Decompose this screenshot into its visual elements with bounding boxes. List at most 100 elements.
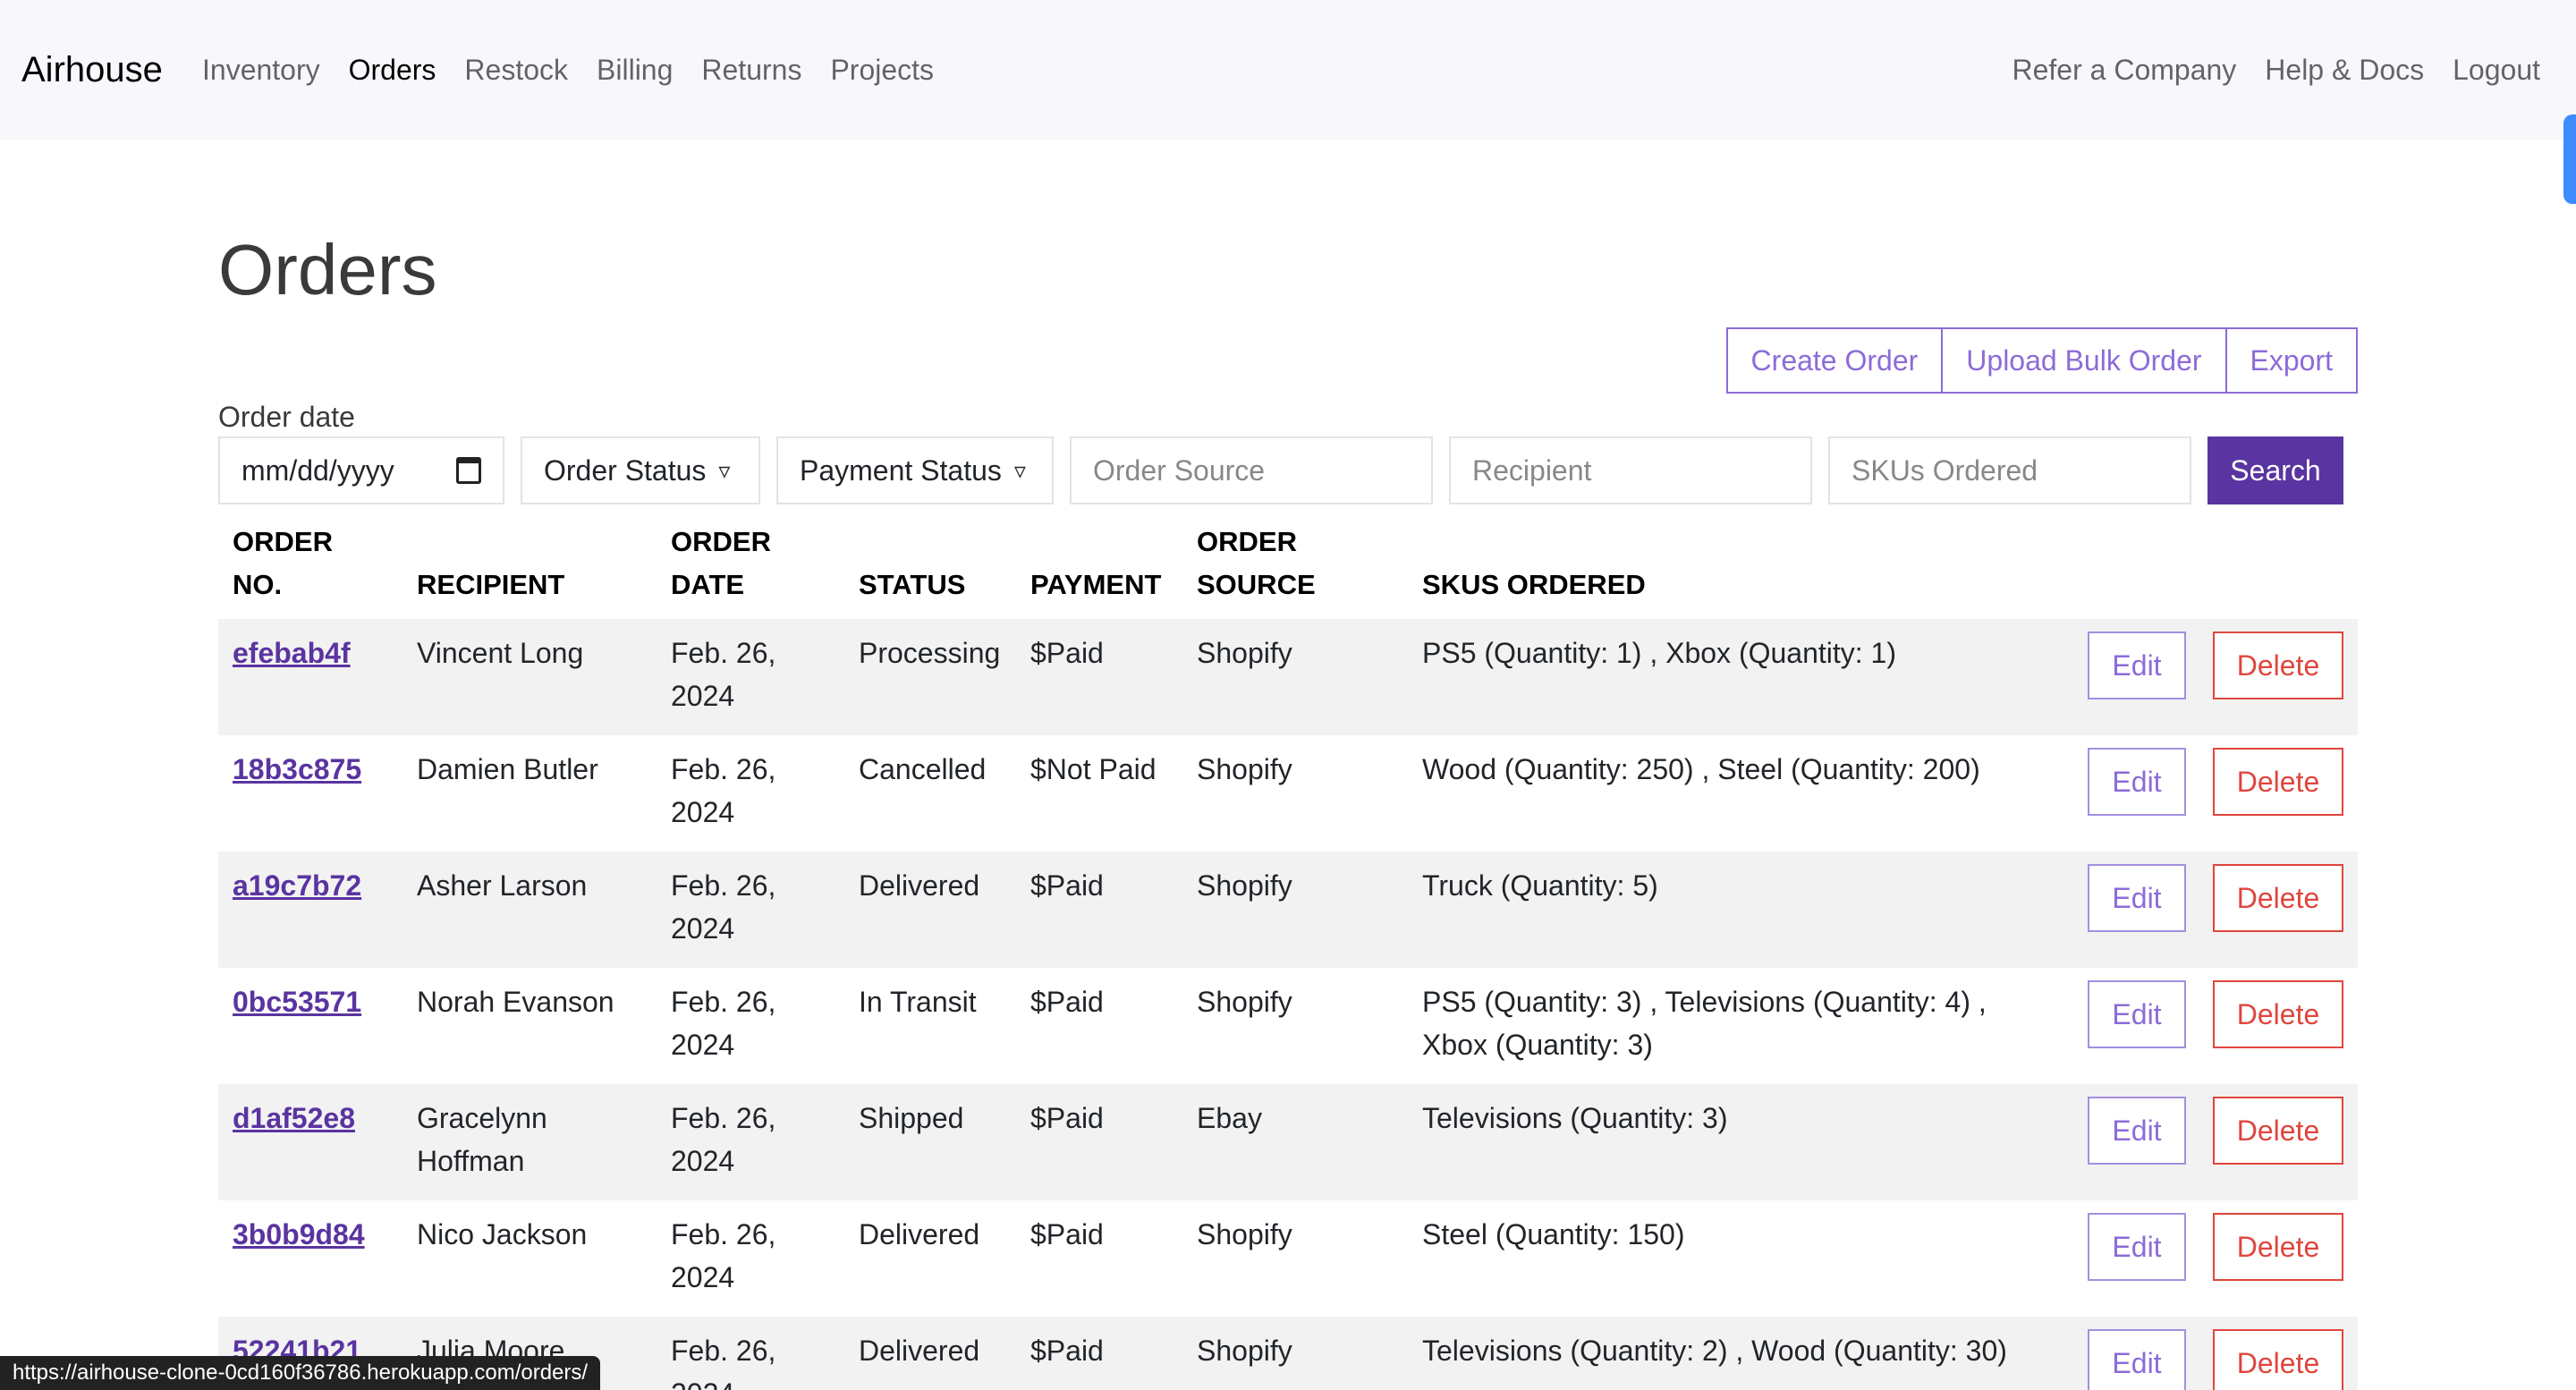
main-nav: Inventory Orders Restock Billing Returns… [202,47,962,93]
nav-billing[interactable]: Billing [597,47,673,93]
payment-cell: $Paid [1030,1218,1104,1250]
source-cell: Shopify [1182,1317,1408,1390]
order-date-input[interactable]: mm/dd/yyyy [218,436,504,504]
edit-button[interactable]: Edit [2088,1213,2186,1281]
nav-restock[interactable]: Restock [464,47,568,93]
status-cell: Delivered [844,852,1016,968]
search-button[interactable]: Search [2207,436,2343,504]
delete-button[interactable]: Delete [2213,631,2343,699]
source-cell: Shopify [1182,619,1408,735]
actions-cell: Edit Delete [2034,1084,2358,1200]
order-source-input[interactable]: Order Source [1070,436,1433,504]
skus-ordered-input[interactable]: SKUs Ordered [1828,436,2191,504]
create-order-button[interactable]: Create Order [1725,327,1944,394]
calendar-icon[interactable] [456,457,481,484]
table-row: 18b3c875 Damien Butler Feb. 26, 2024 Cancel… [218,735,2358,852]
source-cell: Shopify [1197,1218,1292,1250]
skus-cell: Truck (Quantity: 5) [1408,852,2034,968]
status-cell: In Transit [859,986,977,1018]
col-status[interactable]: STATUS [844,519,1016,619]
nav-projects[interactable]: Projects [830,47,934,93]
recipient-cell: Vincent Long [402,619,657,735]
order-id-link[interactable]: efebab4f [233,637,351,669]
upload-bulk-order-button[interactable]: Upload Bulk Order [1941,327,2227,394]
nav-refer-company[interactable]: Refer a Company [2012,47,2237,93]
edit-button[interactable]: Edit [2088,980,2186,1048]
order-id-link[interactable]: a19c7b72 [233,869,361,902]
col-order-source[interactable]: ORDER SOURCE [1182,519,1408,619]
order-date-cell: Feb. 26, 2024 [657,852,844,968]
col-recipient[interactable]: RECIPIENT [402,519,657,619]
actions-cell: Edit Delete [2034,619,2358,735]
col-actions [2034,519,2358,619]
col-payment[interactable]: PAYMENT [1016,519,1182,619]
actions-cell: Edit Delete [2034,852,2358,968]
order-date-cell: Feb. 26, 2024 [671,753,776,828]
table-row: 0bc53571 Norah Evanson Feb. 26, 2024 In Tra… [218,968,2358,1084]
payment-cell: $Paid [1016,1317,1182,1390]
status-cell: Cancelled [859,753,987,785]
delete-button[interactable]: Delete [2213,1213,2343,1281]
payment-cell: $Not Paid [1030,753,1157,785]
order-id-link[interactable]: 18b3c875 [233,753,361,785]
nav-help-docs[interactable]: Help & Docs [2265,47,2424,93]
secondary-nav: Refer a Company Help & Docs Logout [1984,47,2541,93]
payment-status-select[interactable]: Payment Status ▿ [776,436,1054,504]
brand-logo[interactable]: Airhouse [21,47,163,93]
col-order-no[interactable]: ORDER NO. [218,519,402,619]
skus-cell: Televisions (Quantity: 3) [1408,1084,2034,1200]
nav-orders[interactable]: Orders [349,47,436,93]
order-id-link[interactable]: d1af52e8 [233,1102,355,1134]
table-row: efebab4f Vincent Long Feb. 26, 2024 Process… [218,619,2358,735]
source-cell: Shopify [1197,986,1292,1018]
edit-button[interactable]: Edit [2088,631,2186,699]
skus-cell: PS5 (Quantity: 3) , Televisions (Quantit… [1422,986,1987,1061]
side-scroll-tab[interactable] [2563,114,2576,204]
date-placeholder: mm/dd/yyyy [242,453,394,487]
payment-status-value: Payment Status [800,453,1002,487]
edit-button[interactable]: Edit [2088,864,2186,932]
order-id-cell: 3b0b9d84 [218,1200,402,1317]
skus-cell: Televisions (Quantity: 2) , Wood (Quanti… [1408,1317,2034,1390]
skus-cell: PS5 (Quantity: 1) , Xbox (Quantity: 1) [1408,619,2034,735]
status-cell: Shipped [844,1084,1016,1200]
actions-cell: Edit Delete [2034,1317,2358,1390]
order-actions: Create Order Upload Bulk Order Export [1725,327,2358,394]
edit-button[interactable]: Edit [2088,1329,2186,1390]
delete-button[interactable]: Delete [2213,980,2343,1048]
delete-button[interactable]: Delete [2213,1097,2343,1165]
table-header: ORDER NO. RECIPIENT ORDER DATE STATUS PAYM… [218,519,2358,619]
col-skus-ordered[interactable]: SKUS ORDERED [1408,519,2034,619]
order-id-link[interactable]: 3b0b9d84 [233,1218,365,1250]
source-cell: Shopify [1182,852,1408,968]
order-date-cell: Feb. 26, 2024 [657,1317,844,1390]
order-status-select[interactable]: Order Status ▿ [521,436,760,504]
status-bar-url: https://airhouse-clone-0cd160f36786.hero… [0,1356,601,1390]
table-row: d1af52e8 Gracelynn Hoffman Feb. 26, 2024 Sh… [218,1084,2358,1200]
nav-returns[interactable]: Returns [701,47,801,93]
delete-button[interactable]: Delete [2213,1329,2343,1390]
export-button[interactable]: Export [2224,327,2358,394]
edit-button[interactable]: Edit [2088,1097,2186,1165]
nav-logout[interactable]: Logout [2453,47,2540,93]
source-cell: Ebay [1182,1084,1408,1200]
col-order-date[interactable]: ORDER DATE [657,519,844,619]
delete-button[interactable]: Delete [2213,748,2343,816]
order-id-cell: 18b3c875 [218,735,402,852]
table-row: 3b0b9d84 Nico Jackson Feb. 26, 2024 Deliver… [218,1200,2358,1317]
skus-cell: Wood (Quantity: 250) , Steel (Quantity: … [1422,753,1980,785]
edit-button[interactable]: Edit [2088,748,2186,816]
recipient-cell: Gracelynn Hoffman [402,1084,657,1200]
actions-cell: Edit Delete [2034,968,2358,1084]
delete-button[interactable]: Delete [2213,864,2343,932]
recipient-input[interactable]: Recipient [1449,436,1812,504]
status-cell: Delivered [844,1317,1016,1390]
status-cell: Processing [844,619,1016,735]
recipient-cell: Asher Larson [402,852,657,968]
filter-bar: mm/dd/yyyy Order Status ▿ Payment Status… [218,436,2343,504]
nav-inventory[interactable]: Inventory [202,47,320,93]
order-id-cell: a19c7b72 [218,852,402,968]
order-id-link[interactable]: 0bc53571 [233,986,361,1018]
actions-cell: Edit Delete [2034,1200,2358,1317]
top-navbar: Airhouse Inventory Orders Restock Billin… [0,0,2576,140]
